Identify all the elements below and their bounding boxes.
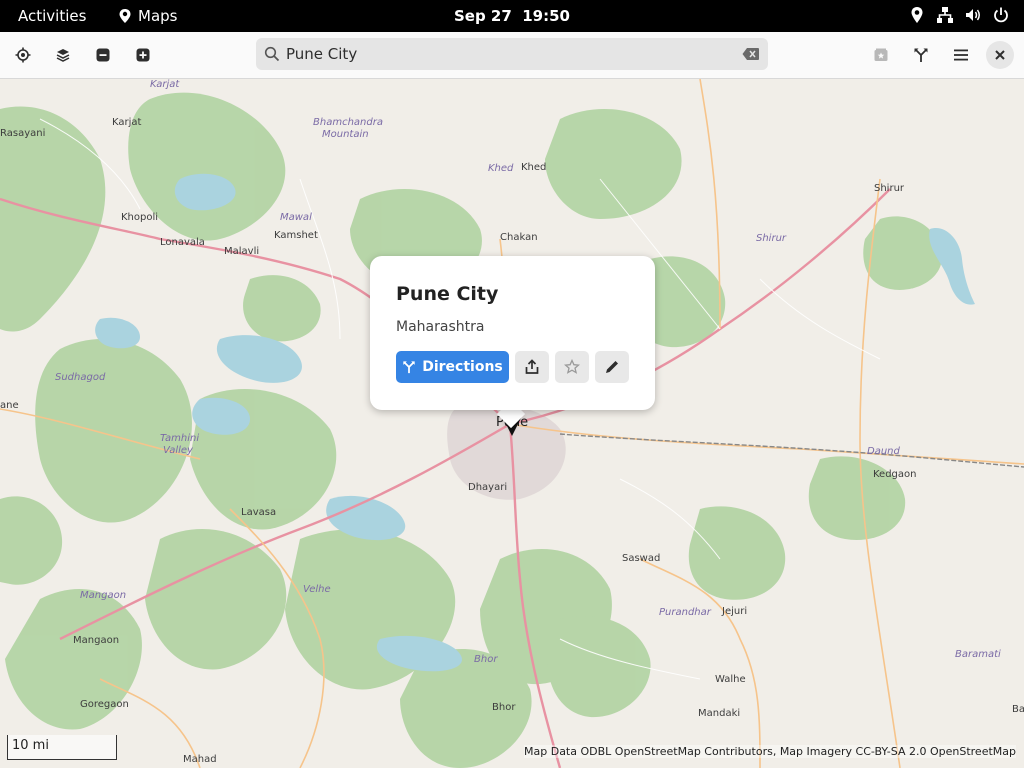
map-label: Mandaki [698,708,741,719]
pencil-icon [606,361,618,373]
favorites-button[interactable] [866,40,896,70]
system-top-bar: Activities Maps Sep 27 19:50 [0,0,1024,32]
search-icon [264,46,280,62]
map-label: Khed [521,162,547,173]
place-popover: Pune City Maharashtra Directions [370,256,655,410]
map-label: Dhayari [468,482,508,493]
zoom-out-button[interactable] [88,40,118,70]
map-label: Lonavala [160,237,205,248]
system-tray[interactable] [908,6,1010,24]
layers-button[interactable] [48,40,78,70]
route-icon [403,361,415,374]
map-label: Shirur [874,183,905,194]
map-label: Shirur [756,233,787,244]
map-label: Saswad [622,553,661,564]
directions-label: Directions [422,359,503,375]
map-label: Khed [488,163,514,174]
map-label: Lavasa [241,507,277,518]
place-subtitle: Maharashtra [396,319,485,335]
zoom-in-icon [136,48,150,62]
route-button[interactable] [906,40,936,70]
map-label: Mawal [280,212,312,223]
map-label: Ba [1012,704,1024,715]
route-icon [914,48,928,62]
map-scale: 10 mi [7,735,117,760]
favorite-button[interactable] [555,351,589,383]
power-icon [992,6,1010,24]
clock[interactable]: Sep 27 19:50 [0,7,1024,25]
favorites-icon [874,48,888,61]
scale-label: 10 mi [12,738,49,753]
map-label: Sudhagod [55,372,106,383]
star-icon [564,359,580,374]
map-label: Khopoli [121,212,159,223]
map-label: Mangaon [80,590,127,601]
map-label: Karjat [150,79,180,90]
close-icon [995,50,1005,60]
map-label: Bhor [474,654,498,665]
map-label: Malavli [224,246,260,257]
volume-icon [964,6,982,24]
main-menu-button[interactable] [946,40,976,70]
map-label: Kedgaon [873,469,917,480]
map-label: Mahad [183,754,217,765]
map-label: Velhe [303,584,331,595]
map-attribution: Map Data ODBL OpenStreetMap Contributors… [524,745,1016,758]
map-label: Walhe [715,674,746,685]
layers-icon [56,49,70,62]
map-label: Tamhini [160,433,200,444]
map-label: Bhamchandra [313,117,383,128]
edit-button[interactable] [595,351,629,383]
crosshair-icon [15,47,31,63]
place-title: Pune City [396,283,499,305]
header-bar [0,32,1024,79]
location-icon [908,6,926,24]
map-label: Mountain [322,129,369,140]
close-button[interactable] [986,41,1014,69]
zoom-in-button[interactable] [128,40,158,70]
map-label: Rasayani [0,128,46,139]
share-icon [525,359,539,374]
map-label: Mangaon [73,635,120,646]
directions-button[interactable]: Directions [396,351,509,383]
map-label: Chakan [500,232,538,243]
search-input[interactable] [286,38,726,70]
share-button[interactable] [515,351,549,383]
map-label: Jejuri [722,606,748,617]
map-label: Kamshet [274,230,318,241]
hamburger-menu-icon [954,49,968,61]
map-label: Valley [163,445,193,456]
map-label: Bhor [492,702,516,713]
clear-search-icon[interactable] [742,47,760,61]
map-label: Baramati [955,649,1001,660]
map-label: Karjat [112,117,142,128]
network-icon [936,6,954,24]
zoom-out-icon [96,48,110,62]
map-label: Goregaon [80,699,129,710]
map-label: Purandhar [659,607,711,618]
search-bar[interactable] [256,38,768,70]
map-label: ane [0,400,19,411]
locate-button[interactable] [8,40,38,70]
map-label: Daund [867,446,900,457]
clock-text: Sep 27 19:50 [453,7,570,25]
